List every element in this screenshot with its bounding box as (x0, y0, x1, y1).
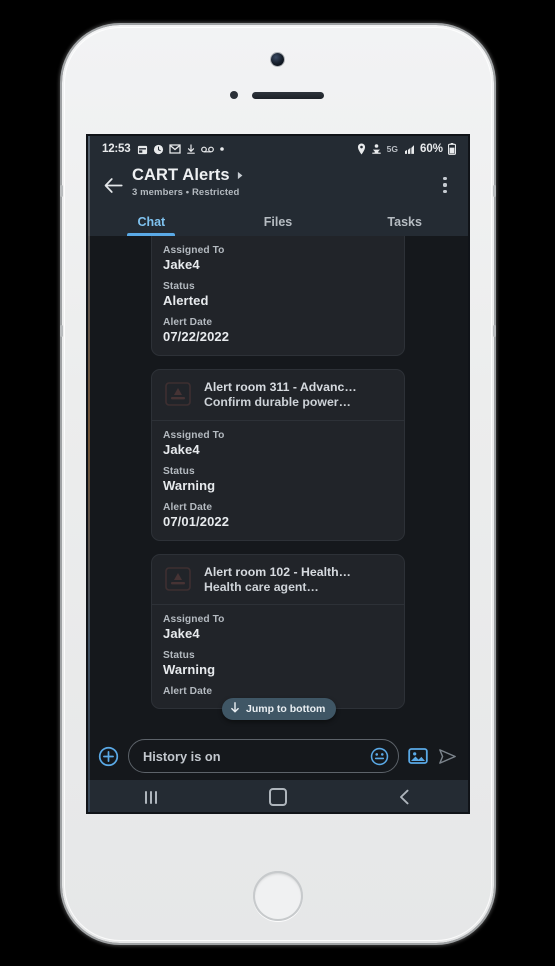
field-label: Status (163, 465, 195, 477)
room-title-block[interactable]: CART Alerts 3 members • Restricted (128, 166, 432, 198)
download-icon (186, 143, 196, 155)
field-label: Status (163, 281, 195, 292)
clock-icon (153, 144, 164, 155)
app-bar: CART Alerts 3 members • Restricted (88, 162, 468, 208)
alert-card-thumbnail-icon (160, 379, 196, 409)
chat-message-list[interactable]: Assigned To Jake4 Status Alerted Alert D… (88, 236, 468, 732)
alert-card-body: Assigned To Jake4 Status Warning Alert D… (152, 421, 404, 540)
frame-antenna-line (493, 325, 496, 337)
field-assigned-to: Assigned To Jake4 (163, 430, 393, 457)
alert-card-head-text: Alert room 102 - Health… Health care age… (204, 564, 394, 596)
nav-back-icon[interactable] (341, 789, 468, 805)
gmail-icon (169, 144, 182, 154)
overflow-menu-icon[interactable] (432, 168, 458, 202)
battery-icon (448, 143, 456, 155)
home-button[interactable] (253, 871, 303, 921)
page-title: CART Alerts (132, 166, 230, 184)
tab-files[interactable]: Files (215, 208, 342, 236)
voicemail-icon (201, 145, 215, 154)
field-value: Warning (163, 477, 216, 493)
field-value: 07/22/2022 (163, 329, 230, 344)
field-label: Alert Date (163, 501, 213, 513)
emoji-smiley-icon[interactable] (370, 747, 389, 766)
phone-screen: 12:53 5G 60% CART Alerts 3 members • Res… (88, 136, 468, 812)
alert-card-title: Alert room 102 - Health… (204, 564, 351, 579)
alert-card-subtitle: Health care agent… (204, 580, 319, 595)
system-navigation-bar (88, 780, 468, 812)
field-alert-date: Alert Date (163, 686, 393, 697)
field-label: Alert Date (163, 317, 213, 328)
status-clock: 12:53 (102, 143, 131, 155)
add-circle-icon[interactable] (97, 745, 119, 767)
jump-to-bottom-button[interactable]: Jump to bottom (222, 698, 337, 720)
signal-bars-icon (403, 144, 415, 155)
alert-card-header[interactable]: Alert room 102 - Health… Health care age… (152, 555, 404, 606)
alert-card-body: Assigned To Jake4 Status Alerted Alert D… (152, 236, 404, 355)
tab-chat[interactable]: Chat (88, 208, 215, 236)
alert-card-subtitle: Confirm durable power… (204, 395, 351, 410)
field-assigned-to: Assigned To Jake4 (163, 614, 393, 641)
field-alert-date: Alert Date 07/01/2022 (163, 502, 393, 529)
alert-card-body: Assigned To Jake4 Status Warning Alert D… (152, 605, 404, 708)
tab-bar: Chat Files Tasks (88, 208, 468, 236)
jump-to-bottom-label: Jump to bottom (246, 703, 326, 715)
alert-card-head-text: Alert room 311 - Advanc… Confirm durable… (204, 379, 394, 411)
alert-card[interactable]: Assigned To Jake4 Status Alerted Alert D… (151, 236, 405, 356)
image-picker-icon[interactable] (408, 746, 428, 766)
status-bar-left: 12:53 (102, 143, 225, 155)
hotspot-icon (371, 143, 382, 155)
status-bar: 12:53 5G 60% (88, 136, 468, 162)
field-value: Alerted (163, 293, 209, 308)
recents-icon[interactable] (88, 790, 215, 804)
field-value: Warning (163, 662, 216, 678)
field-value: Jake4 (163, 257, 200, 272)
notification-dot-icon (219, 146, 225, 152)
network-type-label: 5G (386, 144, 398, 154)
field-label: Assigned To (163, 614, 225, 626)
earpiece-speaker-icon (252, 92, 324, 99)
field-label: Assigned To (163, 245, 225, 256)
home-icon[interactable] (215, 788, 342, 806)
alert-card[interactable]: Alert room 102 - Health… Health care age… (151, 553, 405, 710)
field-value: Jake4 (163, 626, 200, 642)
field-label: Alert Date (163, 686, 213, 698)
field-alert-date: Alert Date 07/22/2022 (163, 317, 393, 344)
message-composer (88, 732, 468, 780)
title-row: CART Alerts (132, 166, 432, 185)
chevron-right-icon[interactable] (237, 167, 244, 185)
arrow-down-icon (230, 702, 240, 716)
field-label: Assigned To (163, 429, 225, 441)
field-assigned-to: Assigned To Jake4 (163, 245, 393, 272)
send-arrow-icon[interactable] (437, 746, 457, 766)
room-subtitle: 3 members • Restricted (132, 187, 240, 198)
back-arrow-icon[interactable] (98, 168, 128, 202)
alert-card[interactable]: Alert room 311 - Advanc… Confirm durable… (151, 369, 405, 541)
front-camera-icon (271, 53, 284, 66)
battery-percent-label: 60% (419, 143, 443, 155)
frame-antenna-line (493, 185, 496, 197)
message-input[interactable] (143, 748, 370, 764)
calendar-icon (137, 144, 148, 155)
field-value: 07/01/2022 (163, 513, 230, 529)
frame-antenna-line (60, 185, 63, 197)
alert-card-thumbnail-icon (160, 564, 196, 594)
field-status: Status Alerted (163, 281, 393, 308)
field-value: Jake4 (163, 441, 200, 457)
field-status: Status Warning (163, 650, 393, 677)
field-label: Status (163, 650, 195, 662)
alert-card-title: Alert room 311 - Advanc… (204, 380, 357, 394)
message-input-pill[interactable] (128, 739, 399, 773)
location-pin-icon (357, 143, 366, 155)
status-bar-right: 5G 60% (357, 143, 456, 155)
field-status: Status Warning (163, 466, 393, 493)
tab-tasks[interactable]: Tasks (341, 208, 468, 236)
frame-antenna-line (60, 325, 63, 337)
alert-card-header[interactable]: Alert room 311 - Advanc… Confirm durable… (152, 370, 404, 421)
proximity-sensor-icon (230, 91, 238, 99)
